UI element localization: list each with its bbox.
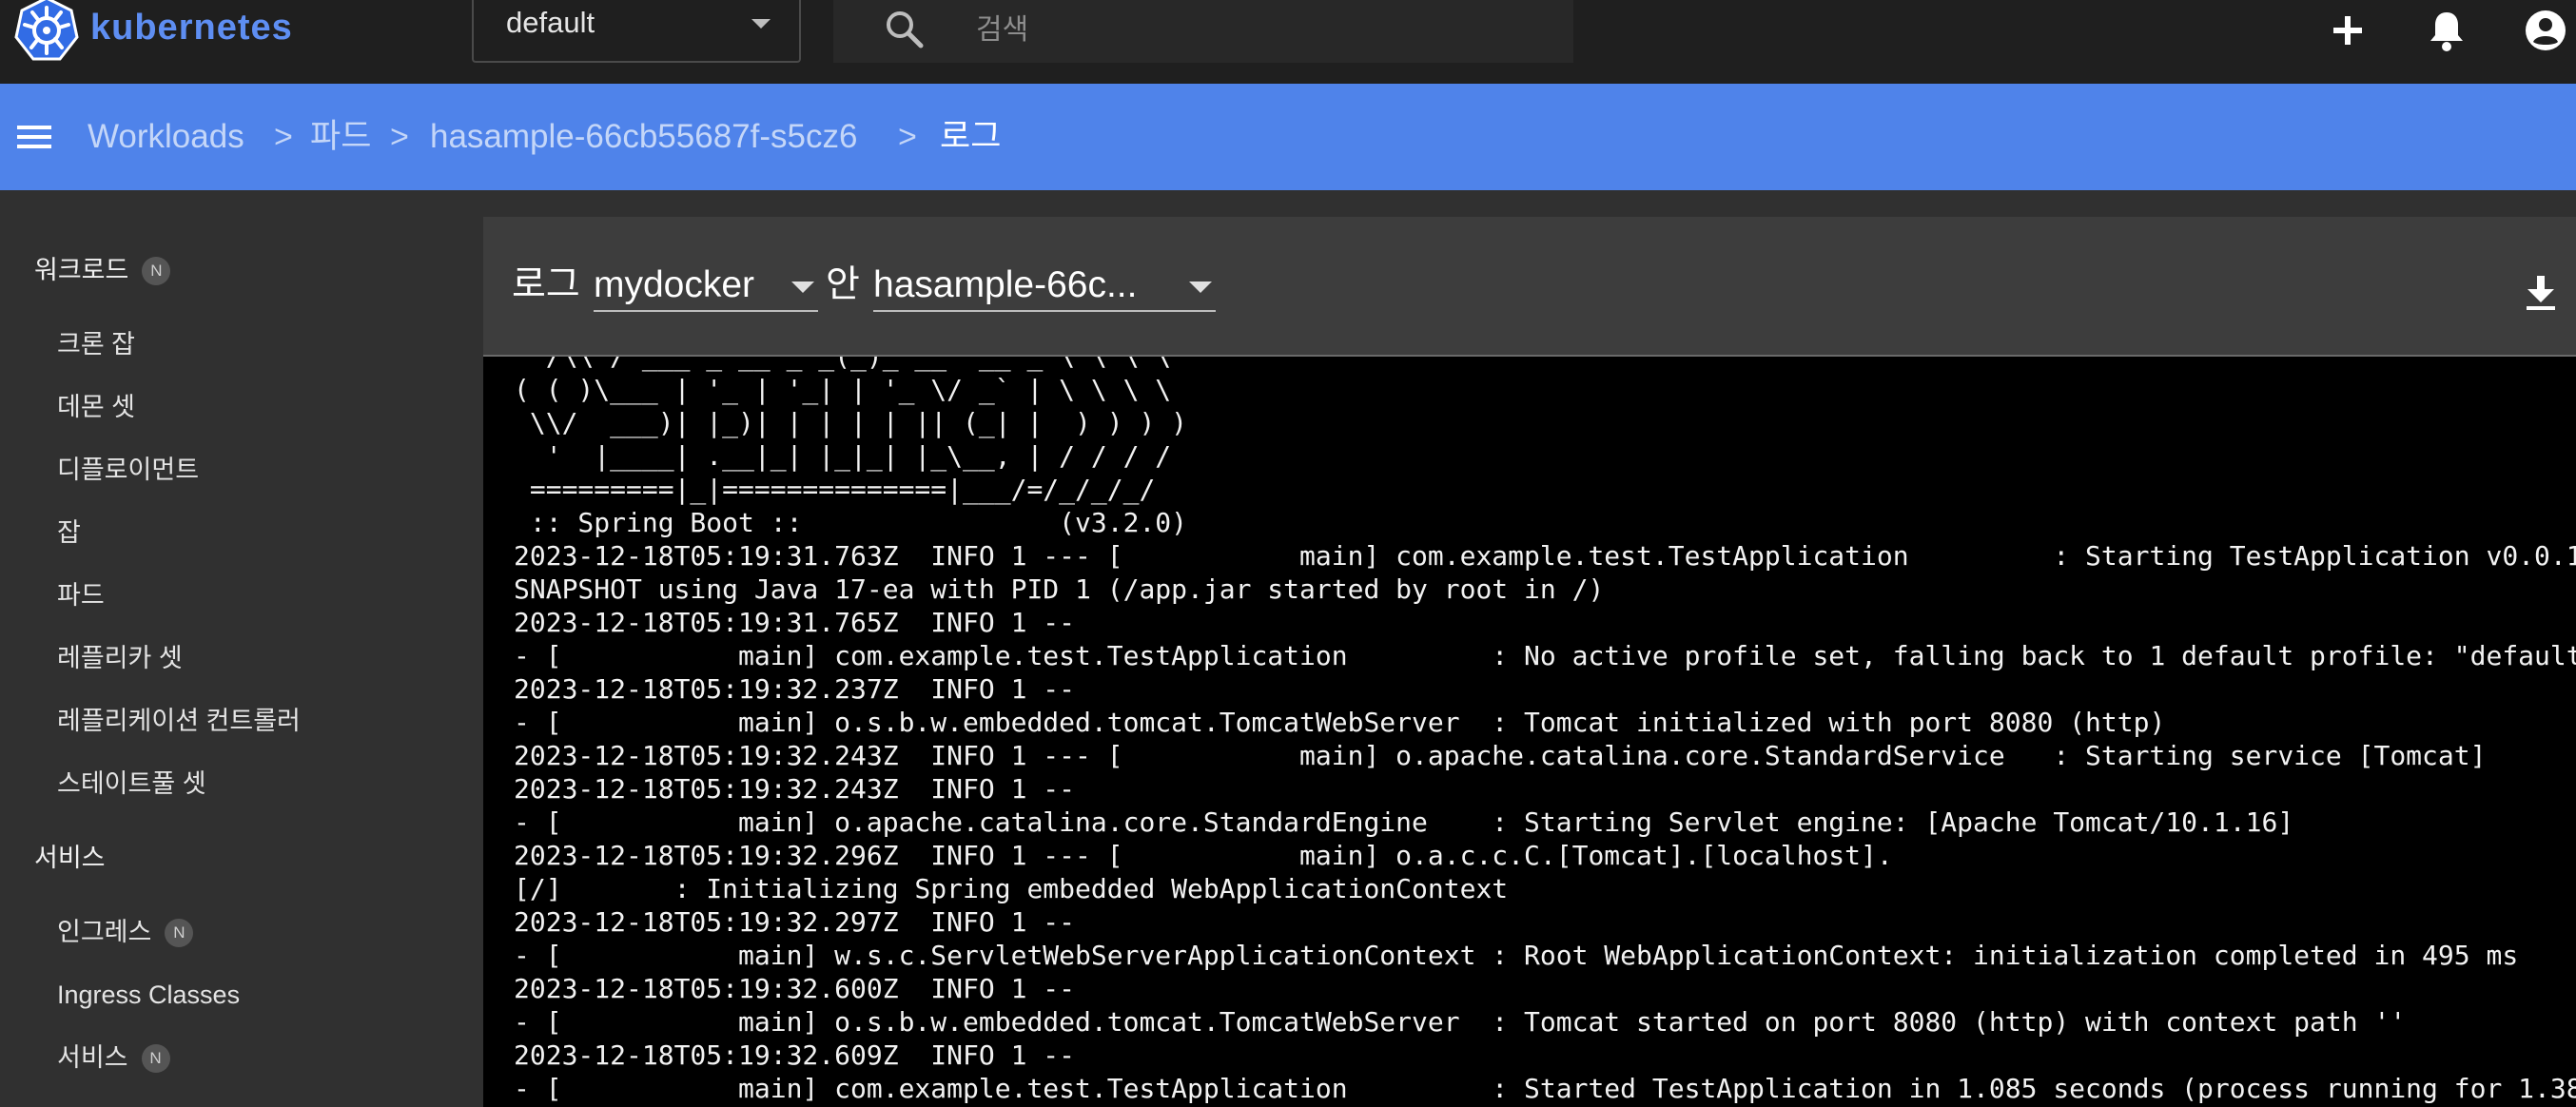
sidebar-item-label: 서비스 [57, 1043, 128, 1072]
log-line: 2023-12-18T05:19:32.243Z INFO 1 --- [ ma… [514, 740, 2487, 771]
breadcrumb-pods[interactable]: 파드 [310, 114, 371, 160]
logs-label: 로그 [512, 264, 580, 305]
log-line: ' |____| .__|_| |_|_| |_\__, | / / / / [514, 440, 1172, 472]
log-line: - [ main] com.example.test.TestApplicati… [514, 1073, 2576, 1104]
plus-icon[interactable] [2323, 6, 2372, 55]
log-line: /\\ / ___'_ __ _ _(_)_ __ __ _ \ \ \ \ [514, 357, 2576, 373]
new-badge: N [165, 919, 194, 947]
new-badge: N [142, 257, 171, 285]
search-icon[interactable] [883, 8, 925, 49]
search-input[interactable] [974, 6, 1530, 55]
top-app-bar: kubernetes default [0, 0, 2576, 84]
log-line: 2023-12-18T05:19:32.243Z INFO 1 -- [514, 773, 1076, 805]
log-lines: /\\ / ___'_ __ _ _(_)_ __ __ _ \ \ \ \( … [514, 357, 2576, 1105]
sidebar-item-deployments[interactable]: 디플로이먼트 [57, 451, 199, 489]
breadcrumb: Workloads > 파드 > hasample-66cb55687f-s5c… [0, 84, 2576, 190]
in-label: 안 [826, 264, 860, 305]
breadcrumb-current-logs: 로그 [940, 118, 1002, 155]
log-output[interactable]: /\\ / ___'_ __ _ _(_)_ __ __ _ \ \ \ \( … [483, 357, 2576, 1107]
sidebar-section-label: 워크로드 [34, 256, 129, 284]
log-line: ( ( )\___ | '_ | '_| | '_ \/ _` | \ \ \ … [514, 374, 1172, 405]
log-line: :: Spring Boot :: (v3.2.0) [514, 507, 1188, 538]
log-line: - [ main] o.s.b.w.embedded.tomcat.Tomcat… [514, 1006, 2407, 1038]
namespace-select[interactable]: default [472, 0, 801, 63]
breadcrumb-separator: > [390, 119, 409, 155]
log-line: 2023-12-18T05:19:32.609Z INFO 1 -- [514, 1039, 1076, 1071]
chevron-down-icon [751, 19, 771, 29]
sidebar-item-replicasets[interactable]: 레플리카 셋 [57, 639, 183, 677]
container-value: mydocker [594, 264, 755, 305]
sidebar-item-pods[interactable]: 파드 [57, 576, 105, 614]
container-select[interactable]: mydocker [594, 259, 818, 312]
log-line: 2023-12-18T05:19:31.765Z INFO 1 -- [514, 607, 1076, 638]
log-line: \\/ ___)| |_)| | | | | || (_| | ) ) ) ) [514, 407, 1188, 438]
menu-icon[interactable] [15, 120, 53, 154]
download-icon[interactable] [2519, 270, 2563, 314]
sidebar-item-statefulsets[interactable]: 스테이트풀 셋 [57, 765, 206, 803]
breadcrumb-workloads[interactable]: Workloads [88, 114, 244, 160]
log-line: 2023-12-18T05:19:32.297Z INFO 1 -- [514, 906, 1076, 938]
sidebar-item-ingresses[interactable]: 인그레스 N [57, 913, 194, 951]
sidebar-section-services[interactable]: 서비스 [34, 839, 106, 877]
sidebar-section-workloads[interactable]: 워크로드 N [34, 251, 171, 289]
chevron-down-icon [1189, 282, 1212, 293]
log-line: [/] : Initializing Spring embedded WebAp… [514, 873, 1509, 904]
sidebar-item-label: 인그레스 [57, 918, 152, 946]
log-panel-header: 로그 mydocker 안 hasample-66c... [483, 217, 2576, 356]
bell-icon[interactable] [2422, 6, 2471, 55]
sidebar: 워크로드 N 크론 잡 데몬 셋 디플로이먼트 잡 파드 레플리카 셋 레플리케이… [0, 190, 481, 1107]
log-line: - [ main] o.s.b.w.embedded.tomcat.Tomcat… [514, 707, 2166, 738]
new-badge: N [141, 1044, 170, 1073]
log-line: - [ main] w.s.c.ServletWebServerApplicat… [514, 940, 2519, 971]
brand-name[interactable]: kubernetes [90, 4, 293, 51]
sidebar-item-replication-controllers[interactable]: 레플리케이션 컨트롤러 [57, 702, 301, 740]
breadcrumb-pod-name[interactable]: hasample-66cb55687f-s5cz6 [430, 114, 857, 160]
breadcrumb-separator: > [898, 119, 917, 155]
sidebar-item-jobs[interactable]: 잡 [57, 514, 81, 552]
log-line: - [ main] com.example.test.TestApplicati… [514, 640, 2576, 671]
log-line: 2023-12-18T05:19:31.763Z INFO 1 --- [ ma… [514, 540, 2576, 572]
log-line: 2023-12-18T05:19:32.237Z INFO 1 -- [514, 673, 1076, 705]
sidebar-item-ingress-classes[interactable]: Ingress Classes [57, 976, 240, 1014]
pod-select[interactable]: hasample-66c... [873, 259, 1216, 312]
sidebar-item-services[interactable]: 서비스 N [57, 1039, 170, 1077]
breadcrumb-separator: > [274, 119, 293, 155]
log-line: SNAPSHOT using Java 17-ea with PID 1 (/a… [514, 573, 1605, 605]
log-line: =========|_|==============|___/=/_/_/_/ [514, 474, 1156, 505]
log-line: - [ main] o.apache.catalina.core.Standar… [514, 806, 2294, 838]
kubernetes-logo-icon[interactable] [13, 0, 80, 63]
log-line: 2023-12-18T05:19:32.296Z INFO 1 --- [ ma… [514, 840, 1893, 871]
pod-value: hasample-66c... [873, 264, 1138, 305]
account-icon[interactable] [2521, 6, 2570, 55]
namespace-value: default [506, 6, 595, 39]
log-line: 2023-12-18T05:19:32.600Z INFO 1 -- [514, 973, 1076, 1004]
chevron-down-icon [791, 282, 814, 293]
sidebar-item-daemonsets[interactable]: 데몬 셋 [57, 388, 135, 426]
search-bar[interactable] [833, 0, 1573, 63]
sidebar-item-cronjobs[interactable]: 크론 잡 [57, 325, 135, 363]
